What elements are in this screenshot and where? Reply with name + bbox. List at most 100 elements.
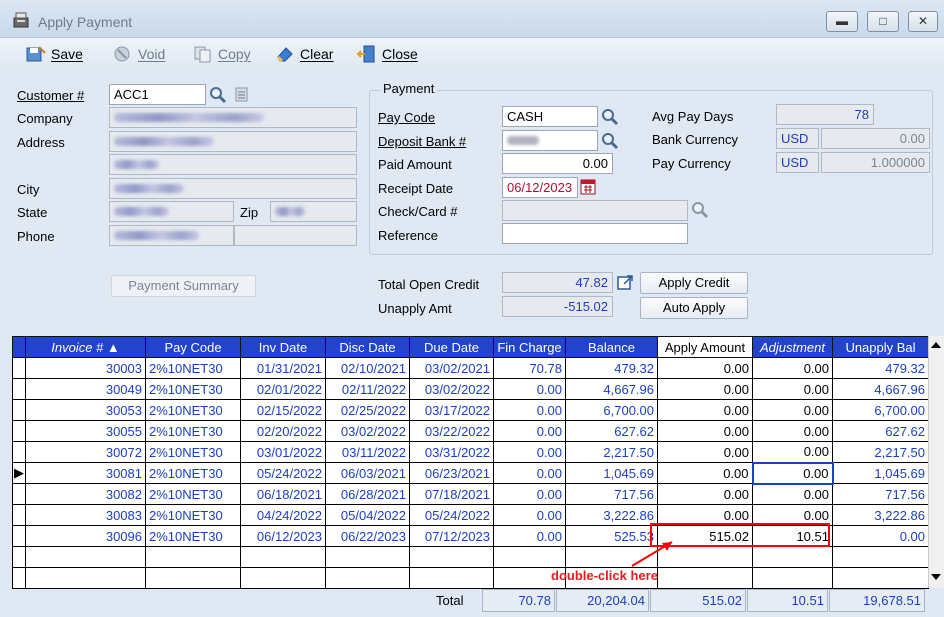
close-window-button[interactable]: ✕	[908, 11, 938, 32]
cell-disc-date: 06/28/2021	[325, 483, 410, 505]
cell-apply-amount[interactable]: 0.00	[657, 378, 753, 400]
cell-apply-amount[interactable]: 0.00	[657, 483, 753, 505]
open-credit-detail-icon[interactable]	[617, 274, 634, 291]
phone-label: Phone	[17, 229, 55, 244]
payment-summary-button[interactable]: Payment Summary	[111, 275, 256, 297]
table-row[interactable]: 30049 2%10NET30 02/01/2022 02/11/2022 03/02/…	[12, 378, 929, 400]
void-button[interactable]: Void	[113, 44, 165, 64]
auto-apply-button[interactable]: Auto Apply	[640, 297, 748, 319]
redacted-text	[114, 184, 184, 193]
cell-invoice: 30049	[25, 378, 146, 400]
address-label: Address	[17, 135, 65, 150]
empty-cell	[493, 546, 566, 568]
column-header-adjustment[interactable]: Adjustment	[752, 336, 833, 358]
cell-due-date: 06/23/2021	[409, 462, 494, 484]
row-indicator[interactable]	[12, 525, 26, 547]
search-icon[interactable]	[691, 201, 709, 219]
cell-adjustment[interactable]: 0.00	[752, 420, 833, 442]
cell-unapply-bal: 0.00	[832, 525, 929, 547]
copy-button[interactable]: Copy	[193, 44, 251, 64]
column-header-balance[interactable]: Balance	[565, 336, 658, 358]
column-header-due-date[interactable]: Due Date	[409, 336, 494, 358]
customer-number-field[interactable]: ACC1	[109, 84, 206, 105]
empty-cell	[12, 546, 26, 568]
clear-button[interactable]: Clear	[275, 44, 333, 64]
row-indicator[interactable]	[12, 357, 26, 379]
column-header-apply-amount[interactable]: Apply Amount	[657, 336, 753, 358]
cell-apply-amount[interactable]: 0.00	[657, 399, 753, 421]
cell-disc-date: 02/10/2021	[325, 357, 410, 379]
cell-adjustment[interactable]: 0.00	[752, 378, 833, 400]
row-indicator[interactable]	[12, 483, 26, 505]
cell-adjustment[interactable]: 0.00	[752, 357, 833, 379]
column-header-inv-date[interactable]: Inv Date	[240, 336, 326, 358]
save-button[interactable]: Save	[26, 44, 83, 64]
cell-balance: 6,700.00	[565, 399, 658, 421]
cell-apply-amount[interactable]: 0.00	[657, 441, 753, 463]
empty-row[interactable]	[12, 546, 929, 568]
column-header-pay-code[interactable]: Pay Code	[145, 336, 241, 358]
row-indicator[interactable]	[12, 504, 26, 526]
avg-pay-days-field: 78	[776, 104, 874, 125]
cell-fin-charge: 0.00	[493, 462, 566, 484]
cell-adjustment[interactable]: 0.00	[751, 461, 834, 485]
empty-cell	[240, 567, 326, 589]
total-unapply-bal: 19,678.51	[829, 589, 925, 612]
column-header-unapply-bal[interactable]: Unapply Bal	[832, 336, 929, 358]
minimize-button[interactable]: ▬	[826, 11, 858, 32]
cell-fin-charge: 0.00	[493, 420, 566, 442]
calendar-icon[interactable]	[580, 178, 596, 195]
empty-cell	[325, 567, 410, 589]
scroll-down-icon[interactable]	[930, 572, 942, 582]
row-indicator[interactable]	[12, 378, 26, 400]
cell-adjustment[interactable]: 0.00	[752, 483, 833, 505]
apply-credit-button[interactable]: Apply Credit	[640, 272, 748, 294]
search-icon[interactable]	[209, 86, 227, 104]
table-row[interactable]: 30082 2%10NET30 06/18/2021 06/28/2021 07/18/…	[12, 483, 929, 505]
row-indicator[interactable]	[12, 441, 26, 463]
address-line2-field	[109, 154, 357, 175]
table-row[interactable]: 30072 2%10NET30 03/01/2022 03/11/2022 03/31/…	[12, 441, 929, 463]
cell-unapply-bal: 627.62	[832, 420, 929, 442]
table-row[interactable]: ▶ 30081 2%10NET30 05/24/2022 06/03/2021 06/23…	[12, 461, 929, 485]
paid-amount-field[interactable]: 0.00	[502, 153, 613, 174]
search-icon[interactable]	[601, 108, 619, 126]
close-button[interactable]: Close	[357, 44, 418, 64]
row-indicator[interactable]: ▶	[12, 462, 26, 484]
cell-adjustment[interactable]: 0.00	[752, 399, 833, 421]
minimize-icon: ▬	[836, 14, 848, 28]
pay-code-field[interactable]: CASH	[502, 106, 598, 127]
cell-balance: 2,217.50	[565, 441, 658, 463]
cell-apply-amount[interactable]: 0.00	[657, 357, 753, 379]
notes-icon[interactable]	[234, 86, 250, 103]
receipt-date-label: Receipt Date	[378, 181, 454, 196]
row-indicator[interactable]	[12, 420, 26, 442]
cell-adjustment[interactable]: 0.00	[752, 441, 833, 463]
cell-inv-date: 03/01/2022	[240, 441, 326, 463]
table-row[interactable]: 30055 2%10NET30 02/20/2022 03/02/2022 03/22/…	[12, 420, 929, 442]
deposit-bank-field[interactable]	[502, 130, 598, 151]
title-bar	[0, 0, 944, 38]
total-open-credit-field: 47.82	[502, 272, 613, 293]
cell-apply-amount[interactable]: 0.00	[657, 420, 753, 442]
column-header-disc-date[interactable]: Disc Date	[325, 336, 410, 358]
table-row[interactable]: 30053 2%10NET30 02/15/2022 02/25/2022 03/17/…	[12, 399, 929, 421]
cell-invoice: 30003	[25, 357, 146, 379]
grid-scrollbar[interactable]	[928, 336, 944, 588]
redacted-text	[114, 231, 199, 240]
cell-apply-amount[interactable]: 0.00	[657, 462, 753, 484]
column-header-invoice[interactable]: Invoice # ▲	[25, 336, 146, 358]
company-field	[109, 107, 357, 128]
table-row[interactable]: 30003 2%10NET30 01/31/2021 02/10/2021 03/02/…	[12, 357, 929, 379]
scroll-up-icon[interactable]	[930, 340, 942, 350]
cell-disc-date: 02/11/2022	[325, 378, 410, 400]
redacted-text	[114, 137, 214, 146]
column-header-fin-charge[interactable]: Fin Charge	[493, 336, 566, 358]
empty-cell	[409, 567, 494, 589]
search-icon[interactable]	[601, 132, 619, 150]
receipt-date-field[interactable]: 06/12/2023	[502, 177, 578, 198]
maximize-button[interactable]: □	[867, 11, 899, 32]
reference-field[interactable]	[502, 223, 688, 244]
empty-row[interactable]	[12, 567, 929, 589]
row-indicator[interactable]	[12, 399, 26, 421]
